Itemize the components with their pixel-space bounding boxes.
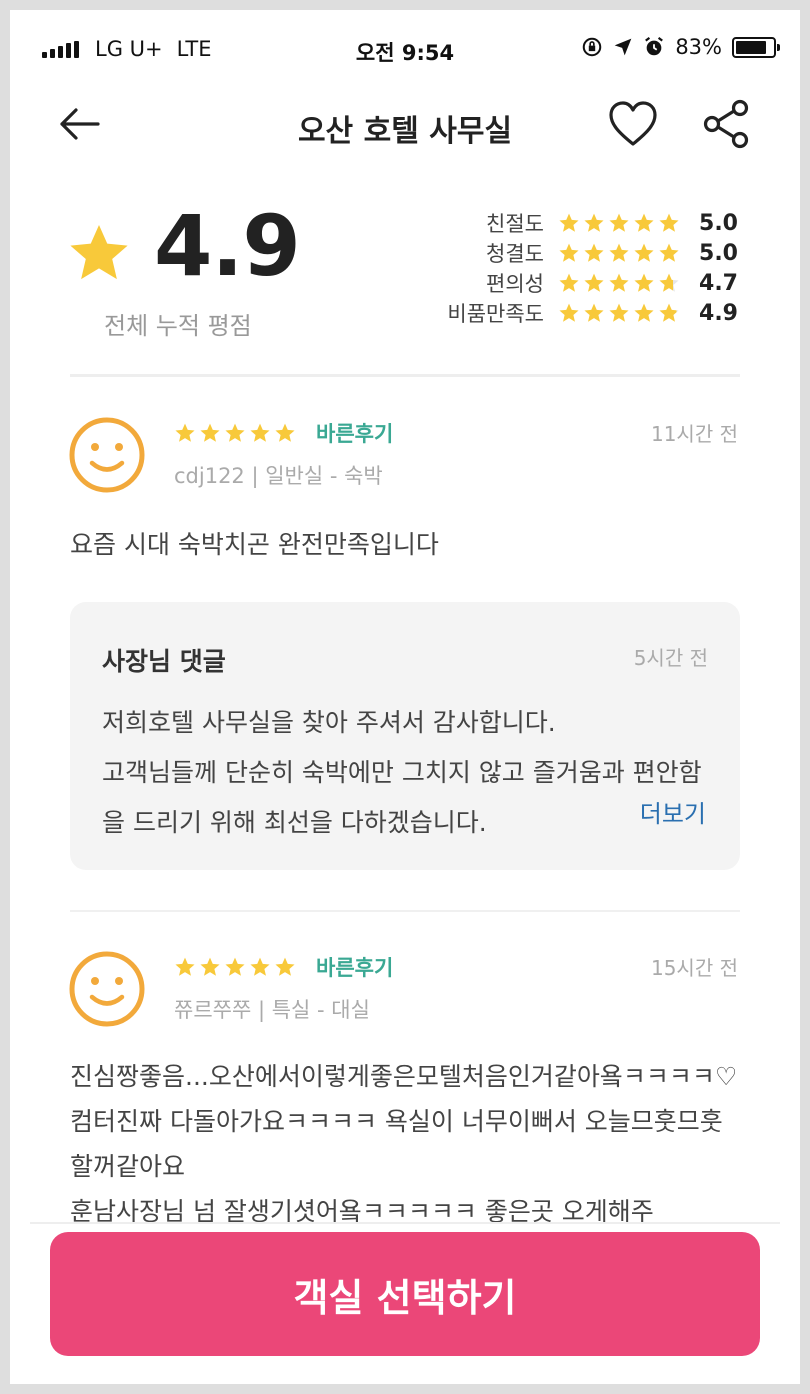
star-icon (175, 957, 195, 976)
section-divider (70, 374, 740, 377)
smiley-avatar-icon (69, 417, 145, 493)
star-icon (634, 303, 654, 322)
category-ratings: 친절도 5.0 청결도 5.0 편의성 4.7 비품만족도 4.9 (447, 208, 738, 328)
star-icon (609, 243, 629, 262)
category-value: 4.9 (699, 300, 738, 326)
smiley-avatar-icon (69, 951, 145, 1027)
category-name: 비품만족도 (447, 302, 544, 326)
star-icon (659, 303, 679, 322)
owner-reply-time: 5시간 전 (633, 646, 708, 670)
star-icon (634, 243, 654, 262)
bottom-bar-divider (30, 1222, 780, 1224)
review-user-info: cdj122 | 일반실 - 숙박 (174, 464, 383, 488)
category-stars (558, 242, 680, 264)
review-text: 진심짱좋음...오산에서이렇게좋은모텔처음인거같아욬ㅋㅋㅋㅋ♡ 컴터진짜 다돌아… (70, 1062, 738, 1226)
battery-icon (732, 36, 780, 58)
heart-outline-icon[interactable] (608, 100, 658, 148)
star-icon (225, 957, 245, 976)
star-icon (559, 243, 579, 262)
star-icon (659, 243, 679, 262)
app-screen: LG U+ LTE 오전 9:54 83% 오산 호텔 사무실 4.9 전체 누… (10, 10, 800, 1384)
battery-percent: 83% (675, 35, 722, 59)
review-divider (70, 910, 740, 912)
page-title: 오산 호텔 사무실 (297, 114, 513, 149)
star-icon (609, 213, 629, 232)
category-name: 편의성 (486, 272, 544, 296)
star-icon (275, 423, 295, 442)
review-time: 11시간 전 (650, 422, 738, 446)
star-icon (584, 243, 604, 262)
rating-summary: 4.9 전체 누적 평점 친절도 5.0 청결도 5.0 편의성 4.7 비품만… (10, 200, 800, 350)
star-icon (584, 213, 604, 232)
review-item: 바른후기 11시간 전 cdj122 | 일반실 - 숙박 요즘 시대 숙박치곤… (10, 416, 800, 906)
alarm-icon (645, 36, 664, 56)
navigation-bar: 오산 호텔 사무실 (10, 90, 800, 160)
category-row: 청결도 5.0 (447, 238, 738, 268)
review-time: 15시간 전 (650, 956, 738, 980)
category-row: 친절도 5.0 (447, 208, 738, 238)
overall-score: 4.9 (154, 197, 301, 295)
verified-review-badge: 바른후기 (316, 422, 394, 446)
verified-review-badge: 바른후기 (316, 956, 394, 980)
review-item: 바른후기 15시간 전 쮸르쭈쭈 | 특실 - 대실 진심짱좋음...오산에서이… (10, 950, 800, 1240)
select-room-button[interactable]: 객실 선택하기 (50, 1232, 760, 1356)
star-icon (584, 303, 604, 322)
star-icon (275, 957, 295, 976)
category-row: 비품만족도 4.9 (447, 298, 738, 328)
location-arrow-icon (614, 38, 632, 56)
owner-reply-title: 사장님 댓글 (102, 647, 226, 676)
star-icon (225, 423, 245, 442)
star-icon (175, 423, 195, 442)
star-icon (659, 213, 679, 232)
review-stars (174, 956, 296, 978)
category-stars (558, 272, 680, 294)
category-name: 청결도 (486, 242, 544, 266)
review-text: 요즘 시대 숙박치곤 완전만족입니다 (70, 530, 439, 559)
star-icon (250, 423, 270, 442)
star-icon (609, 273, 629, 292)
arrow-left-icon[interactable] (56, 100, 104, 148)
category-value: 5.0 (699, 240, 738, 266)
more-link[interactable]: 더보기 (579, 794, 706, 829)
category-row: 편의성 4.7 (447, 268, 738, 298)
star-icon (659, 273, 679, 292)
star-icon (200, 957, 220, 976)
star-icon (609, 303, 629, 322)
category-value: 5.0 (699, 210, 738, 236)
overall-score-label: 전체 누적 평점 (104, 312, 252, 340)
review-user-info: 쮸르쭈쭈 | 특실 - 대실 (174, 998, 370, 1022)
category-value: 4.7 (699, 270, 738, 296)
star-icon (584, 273, 604, 292)
review-stars (174, 422, 296, 444)
battery-fill (736, 40, 766, 54)
star-icon (559, 273, 579, 292)
status-bar: LG U+ LTE 오전 9:54 83% (10, 32, 800, 68)
owner-reply: 사장님 댓글 5시간 전 저희호텔 사무실을 찾아 주셔서 감사합니다. 고객님… (70, 602, 740, 870)
star-icon (200, 423, 220, 442)
star-icon (70, 224, 128, 280)
star-icon (250, 957, 270, 976)
star-icon (634, 273, 654, 292)
star-icon (634, 213, 654, 232)
category-name: 친절도 (486, 212, 544, 236)
category-stars (558, 302, 680, 324)
share-icon[interactable] (700, 98, 752, 150)
star-icon (559, 213, 579, 232)
category-stars (558, 212, 680, 234)
star-icon (559, 303, 579, 322)
rotation-lock-icon (583, 37, 602, 57)
